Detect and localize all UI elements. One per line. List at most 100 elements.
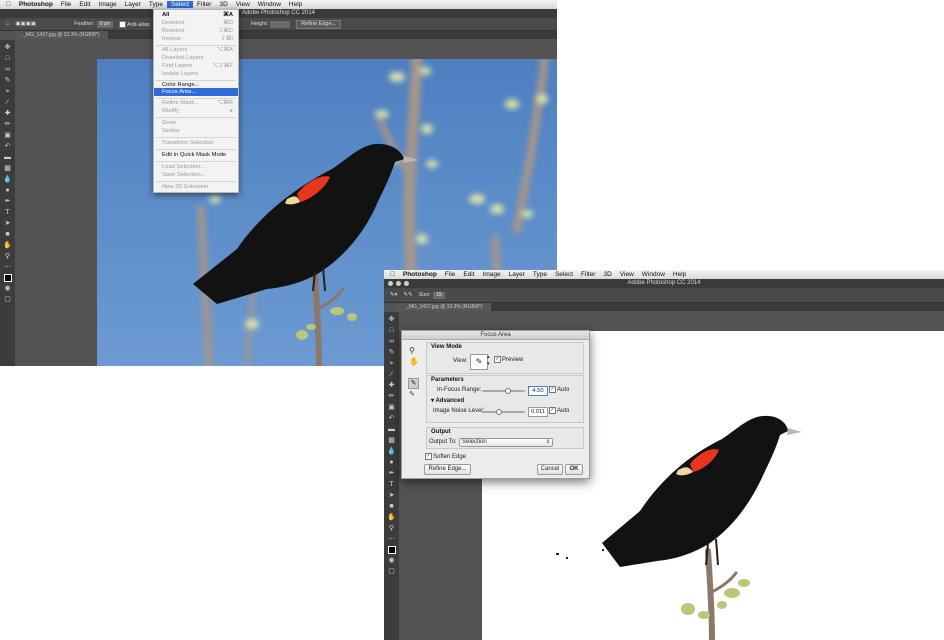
gradient-tool-icon[interactable]: ▩	[387, 436, 396, 445]
image-noise-slider-thumb[interactable]	[496, 409, 503, 415]
screen-mode-icon[interactable]: ▢	[3, 295, 12, 304]
history-brush-icon[interactable]: ↶	[3, 142, 12, 151]
eyedropper-tool-icon[interactable]: ⁄	[387, 370, 396, 379]
apple-icon[interactable]: 	[384, 271, 399, 278]
menu-item-save-selection[interactable]: Save Selection...	[154, 171, 238, 179]
menu-item-deselect[interactable]: Deselect ⌘D	[154, 19, 238, 27]
history-brush-icon[interactable]: ↶	[387, 414, 396, 423]
focus-area-add-tool-icon[interactable]: ✎	[408, 378, 419, 389]
view-mode-stepper-icon[interactable]: ▴ ▾	[487, 354, 491, 368]
quick-mask-icon[interactable]: ◉	[387, 556, 396, 565]
ok-button[interactable]: OK	[565, 464, 583, 475]
menu-window[interactable]: Window	[254, 1, 285, 8]
menu-3d[interactable]: 3D	[215, 1, 231, 8]
brush-tool-icon[interactable]: ✏	[3, 120, 12, 129]
menu-image[interactable]: Image	[95, 1, 121, 8]
more-tools-icon[interactable]: ⋯	[3, 263, 12, 272]
image-noise-slider[interactable]	[482, 409, 525, 415]
menu-item-find-layers[interactable]: Find Layers ⌥⇧⌘F	[154, 62, 238, 70]
menu-item-deselect-layers[interactable]: Deselect Layers	[154, 54, 238, 62]
advanced-disclosure[interactable]: ▾ Advanced	[431, 397, 464, 404]
selection-mode-icons[interactable]: ▣▣▣▣	[15, 21, 36, 27]
marquee-tool-icon[interactable]: □	[3, 54, 12, 63]
marquee-tool-icon[interactable]: □	[387, 326, 396, 335]
document-tab[interactable]: _MG_1437.jpg @ 33.3% (RGB/8*)	[398, 303, 491, 311]
close-window-icon[interactable]	[388, 281, 393, 286]
app-menu[interactable]: Photoshop	[399, 271, 441, 278]
stamp-tool-icon[interactable]: ▣	[3, 131, 12, 140]
eraser-tool-icon[interactable]: ▬	[387, 425, 396, 434]
menu-item-reselect[interactable]: Reselect ⇧⌘D	[154, 27, 238, 35]
menu-file[interactable]: File	[441, 271, 459, 278]
screen-mode-icon[interactable]: ▢	[387, 567, 396, 576]
menu-help[interactable]: Help	[669, 271, 690, 278]
refine-edge-button[interactable]: Refine Edge...	[424, 464, 471, 475]
menu-filter[interactable]: Filter	[193, 1, 215, 8]
pen-tool-icon[interactable]: ✒	[3, 197, 12, 206]
eraser-tool-icon[interactable]: ▬	[3, 153, 12, 162]
menu-view[interactable]: View	[232, 1, 254, 8]
crop-tool-icon[interactable]: ⌖	[3, 87, 12, 96]
menu-type[interactable]: Type	[145, 1, 167, 8]
shape-tool-icon[interactable]: ■	[3, 230, 12, 239]
lasso-tool-icon[interactable]: ∞	[387, 337, 396, 346]
in-focus-range-slider[interactable]	[482, 388, 525, 394]
type-tool-icon[interactable]: T	[3, 208, 12, 217]
menu-item-isolate-layers[interactable]: Isolate Layers	[154, 70, 238, 78]
dodge-tool-icon[interactable]: ●	[387, 458, 396, 467]
move-tool-icon[interactable]: ✥	[387, 315, 396, 324]
menu-item-all-layers[interactable]: All Layers ⌥⌘A	[154, 46, 238, 54]
menu-view[interactable]: View	[616, 271, 638, 278]
menu-filter[interactable]: Filter	[577, 271, 599, 278]
output-to-select[interactable]: Selection ⇕	[459, 438, 553, 447]
menu-item-transform-selection[interactable]: Transform Selection	[154, 139, 238, 147]
focus-area-subtract-tool-icon[interactable]: ✎	[409, 390, 415, 398]
path-select-tool-icon[interactable]: ➤	[387, 491, 396, 500]
focus-area-brush-icon[interactable]: ✎▾	[390, 292, 397, 298]
hand-tool-icon[interactable]: ✋	[3, 241, 12, 250]
stamp-tool-icon[interactable]: ▣	[387, 403, 396, 412]
color-swatch-icon[interactable]	[3, 274, 12, 282]
menu-help[interactable]: Help	[285, 1, 306, 8]
menu-window[interactable]: Window	[638, 271, 669, 278]
zoom-tool-icon[interactable]: ⚲	[3, 252, 12, 261]
color-swatch-icon[interactable]	[387, 546, 396, 554]
feather-field[interactable]: 0 px	[96, 20, 114, 28]
preview-checkbox[interactable]: ✓ Preview	[494, 356, 523, 363]
menu-layer[interactable]: Layer	[505, 271, 529, 278]
crop-tool-icon[interactable]: ⌖	[387, 359, 396, 368]
menu-file[interactable]: File	[57, 1, 75, 8]
menu-item-focus-area[interactable]: Focus Area...	[154, 88, 238, 96]
menu-select[interactable]: Select	[551, 271, 577, 278]
menu-item-grow[interactable]: Grow	[154, 119, 238, 127]
view-mode-thumbnail[interactable]: ✎	[470, 354, 488, 370]
more-tools-icon[interactable]: ⋯	[387, 535, 396, 544]
hand-tool-icon[interactable]: ✋	[387, 513, 396, 522]
move-tool-icon[interactable]: ✥	[3, 43, 12, 52]
menu-item-all[interactable]: All ⌘A	[154, 11, 238, 19]
quick-mask-icon[interactable]: ◉	[3, 284, 12, 293]
lasso-tool-icon[interactable]: ∞	[3, 65, 12, 74]
pen-tool-icon[interactable]: ✒	[387, 469, 396, 478]
menu-type[interactable]: Type	[529, 271, 551, 278]
healing-tool-icon[interactable]: ✚	[3, 109, 12, 118]
eyedropper-tool-icon[interactable]: ⁄	[3, 98, 12, 107]
zoom-tool-icon[interactable]: ⚲	[387, 524, 396, 533]
document-tab[interactable]: _MG_1437.jpg @ 33.3% (RGB/8*)	[15, 31, 108, 39]
shape-tool-icon[interactable]: ■	[387, 502, 396, 511]
image-noise-auto-checkbox[interactable]: ✓ Auto	[549, 407, 569, 414]
app-menu[interactable]: Photoshop	[15, 1, 57, 8]
in-focus-range-slider-thumb[interactable]	[504, 388, 511, 394]
blur-tool-icon[interactable]: 💧	[3, 175, 12, 184]
menu-item-inverse[interactable]: Inverse ⇧⌘I	[154, 35, 238, 43]
dodge-tool-icon[interactable]: ●	[3, 186, 12, 195]
menu-select[interactable]: Select	[166, 1, 194, 8]
blur-tool-icon[interactable]: 💧	[387, 447, 396, 456]
cancel-button[interactable]: Cancel	[537, 464, 563, 475]
menu-edit[interactable]: Edit	[459, 271, 478, 278]
menu-item-new-3d-extrusion[interactable]: New 3D Extrusion	[154, 183, 238, 191]
menu-layer[interactable]: Layer	[121, 1, 145, 8]
minimize-window-icon[interactable]	[396, 281, 401, 286]
quick-select-tool-icon[interactable]: ✎	[387, 348, 396, 357]
menu-3d[interactable]: 3D	[599, 271, 615, 278]
